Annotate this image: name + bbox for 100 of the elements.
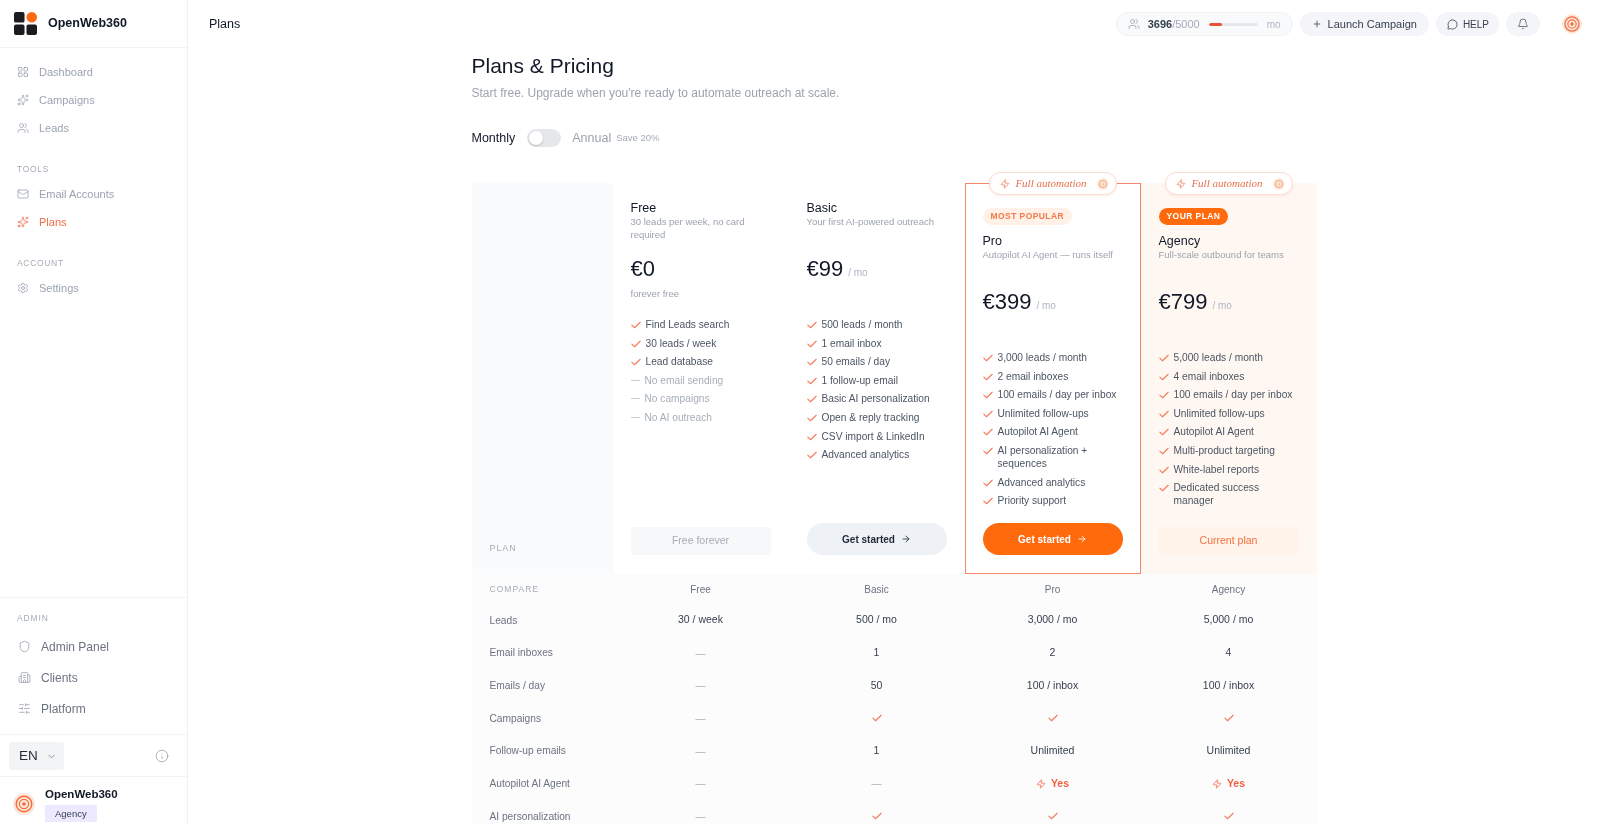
table-cell-text: 30 / week [678, 612, 723, 628]
plan-price: €99 [806, 256, 844, 282]
feature-text: Open & reply tracking [821, 410, 920, 424]
feature-text: 1 email inbox [821, 336, 882, 350]
feature-text: Autopilot AI Agent [997, 425, 1078, 439]
language-select[interactable]: EN [9, 742, 64, 770]
section-title: TOOLS [17, 164, 50, 174]
price-period: / mo [1036, 299, 1056, 313]
lightning-icon [1211, 778, 1222, 789]
page-heading: Plans & Pricing [471, 53, 615, 79]
feature-text: 5,000 leads / month [1173, 351, 1263, 364]
section-title: ACCOUNT [17, 258, 64, 268]
mail-icon [17, 188, 29, 200]
feature-text: 3,000 leads / month [997, 351, 1087, 364]
nav-item[interactable]: Clients [0, 662, 88, 693]
section-title: ADMIN [17, 613, 49, 623]
table-cell: 4 [1225, 645, 1232, 661]
arrow-right-icon [900, 534, 911, 544]
row-label: Emails / day [489, 679, 545, 694]
feature-text: No email sending [644, 373, 724, 387]
settings-icon [17, 282, 29, 294]
table-cell-text: 5,000 / mo [1203, 612, 1254, 628]
check-icon [871, 714, 882, 723]
nav-item[interactable]: Dashboard [0, 58, 103, 86]
info-icon[interactable] [155, 749, 169, 763]
avatar-icon[interactable] [1562, 14, 1582, 34]
column-header: COMPARE [489, 582, 539, 596]
page-title: Plans [209, 15, 241, 33]
nav-item[interactable]: Campaigns [0, 86, 105, 114]
column-header: Pro [1044, 582, 1061, 597]
building-icon [18, 671, 31, 684]
plan-price: €0 [630, 256, 655, 282]
nav-item[interactable]: Email Accounts [0, 180, 125, 208]
help-button[interactable]: HELP [1435, 12, 1499, 36]
feature-text: Advanced analytics [821, 448, 910, 462]
row-label: Email inboxes [489, 646, 553, 661]
pill-text: Full automation [1015, 176, 1087, 192]
usage-count: 3696/5000 [1147, 16, 1200, 32]
price-period: / mo [1212, 299, 1232, 313]
plan-button[interactable]: Current plan [1158, 527, 1299, 555]
plan-button[interactable]: Get started [806, 523, 947, 555]
logo-icon [14, 12, 37, 35]
launch-campaign-button[interactable]: Launch Campaign [1299, 12, 1429, 36]
plus-icon [1311, 19, 1322, 29]
table-cell-text: Yes [1226, 775, 1246, 791]
nav-item[interactable]: Leads [0, 114, 79, 142]
plan-description: 30 leads per week, no card required [630, 216, 746, 241]
check-icon [871, 812, 882, 821]
info-icon[interactable] [1272, 177, 1285, 190]
plan-name: Pro [982, 234, 1002, 248]
plan-button[interactable]: Free forever [630, 527, 771, 555]
arrow-right-icon [1076, 534, 1087, 544]
table-cell-text: — [695, 679, 706, 694]
plan-price: €799 [1158, 289, 1208, 315]
feature-text: 2 email inboxes [997, 369, 1069, 383]
table-cell-text: — [871, 777, 882, 792]
sliders-icon [18, 702, 31, 715]
feature-text: Priority support [997, 494, 1066, 508]
plan-price: €399 [982, 289, 1032, 315]
lightning-icon [1035, 778, 1046, 789]
plan-button[interactable]: Get started [982, 523, 1123, 555]
feature-text: No AI outreach [644, 410, 712, 424]
feature-text: Autopilot AI Agent [1173, 425, 1254, 439]
nav-item[interactable]: Platform [0, 693, 96, 724]
column-label: PLAN [489, 543, 517, 554]
sparkles-icon [17, 216, 29, 228]
feature-text: 4 email inboxes [1173, 369, 1245, 383]
table-cell-text: — [695, 646, 706, 661]
feature-text: Unlimited follow-ups [1173, 406, 1265, 420]
billing-switch[interactable] [527, 129, 562, 147]
price-period: / mo [848, 266, 868, 280]
usage-period: mo [1266, 17, 1281, 32]
column-header: Basic [864, 582, 889, 597]
page-subtitle: Start free. Upgrade when you're ready to automate outreach at scale. [471, 85, 841, 101]
table-cell-text: — [695, 744, 706, 759]
nav-item[interactable]: Settings [0, 274, 89, 302]
table-cell: 1 [873, 645, 880, 661]
user-name: OpenWeb360 [45, 787, 118, 801]
lightning-icon [999, 178, 1010, 189]
feature-text: No campaigns [644, 392, 710, 406]
check-icon [1047, 812, 1058, 821]
sparkles-icon [17, 94, 29, 106]
avatar-icon [13, 793, 35, 815]
feature-text: 100 emails / day per inbox [997, 388, 1117, 402]
nav-item[interactable]: Plans [0, 208, 77, 236]
billing-label: Annual [572, 129, 612, 147]
feature-text: 50 emails / day [821, 355, 891, 369]
column-header: Free [690, 582, 711, 597]
nav-item[interactable]: Admin Panel [0, 631, 120, 662]
column-header: Agency [1211, 582, 1246, 597]
brand-name: OpenWeb360 [48, 15, 127, 33]
info-icon[interactable] [1096, 177, 1109, 190]
row-label: Follow-up emails [489, 744, 566, 759]
grid-icon [17, 66, 29, 78]
bell-icon [1517, 18, 1529, 30]
table-cell-text: 100 / inbox [1202, 677, 1255, 693]
feature-text: Basic AI personalization [821, 392, 930, 406]
notifications-button[interactable] [1506, 12, 1540, 36]
table-cell: 1 [873, 743, 880, 759]
feature-text: Multi-product targeting [1173, 443, 1275, 457]
